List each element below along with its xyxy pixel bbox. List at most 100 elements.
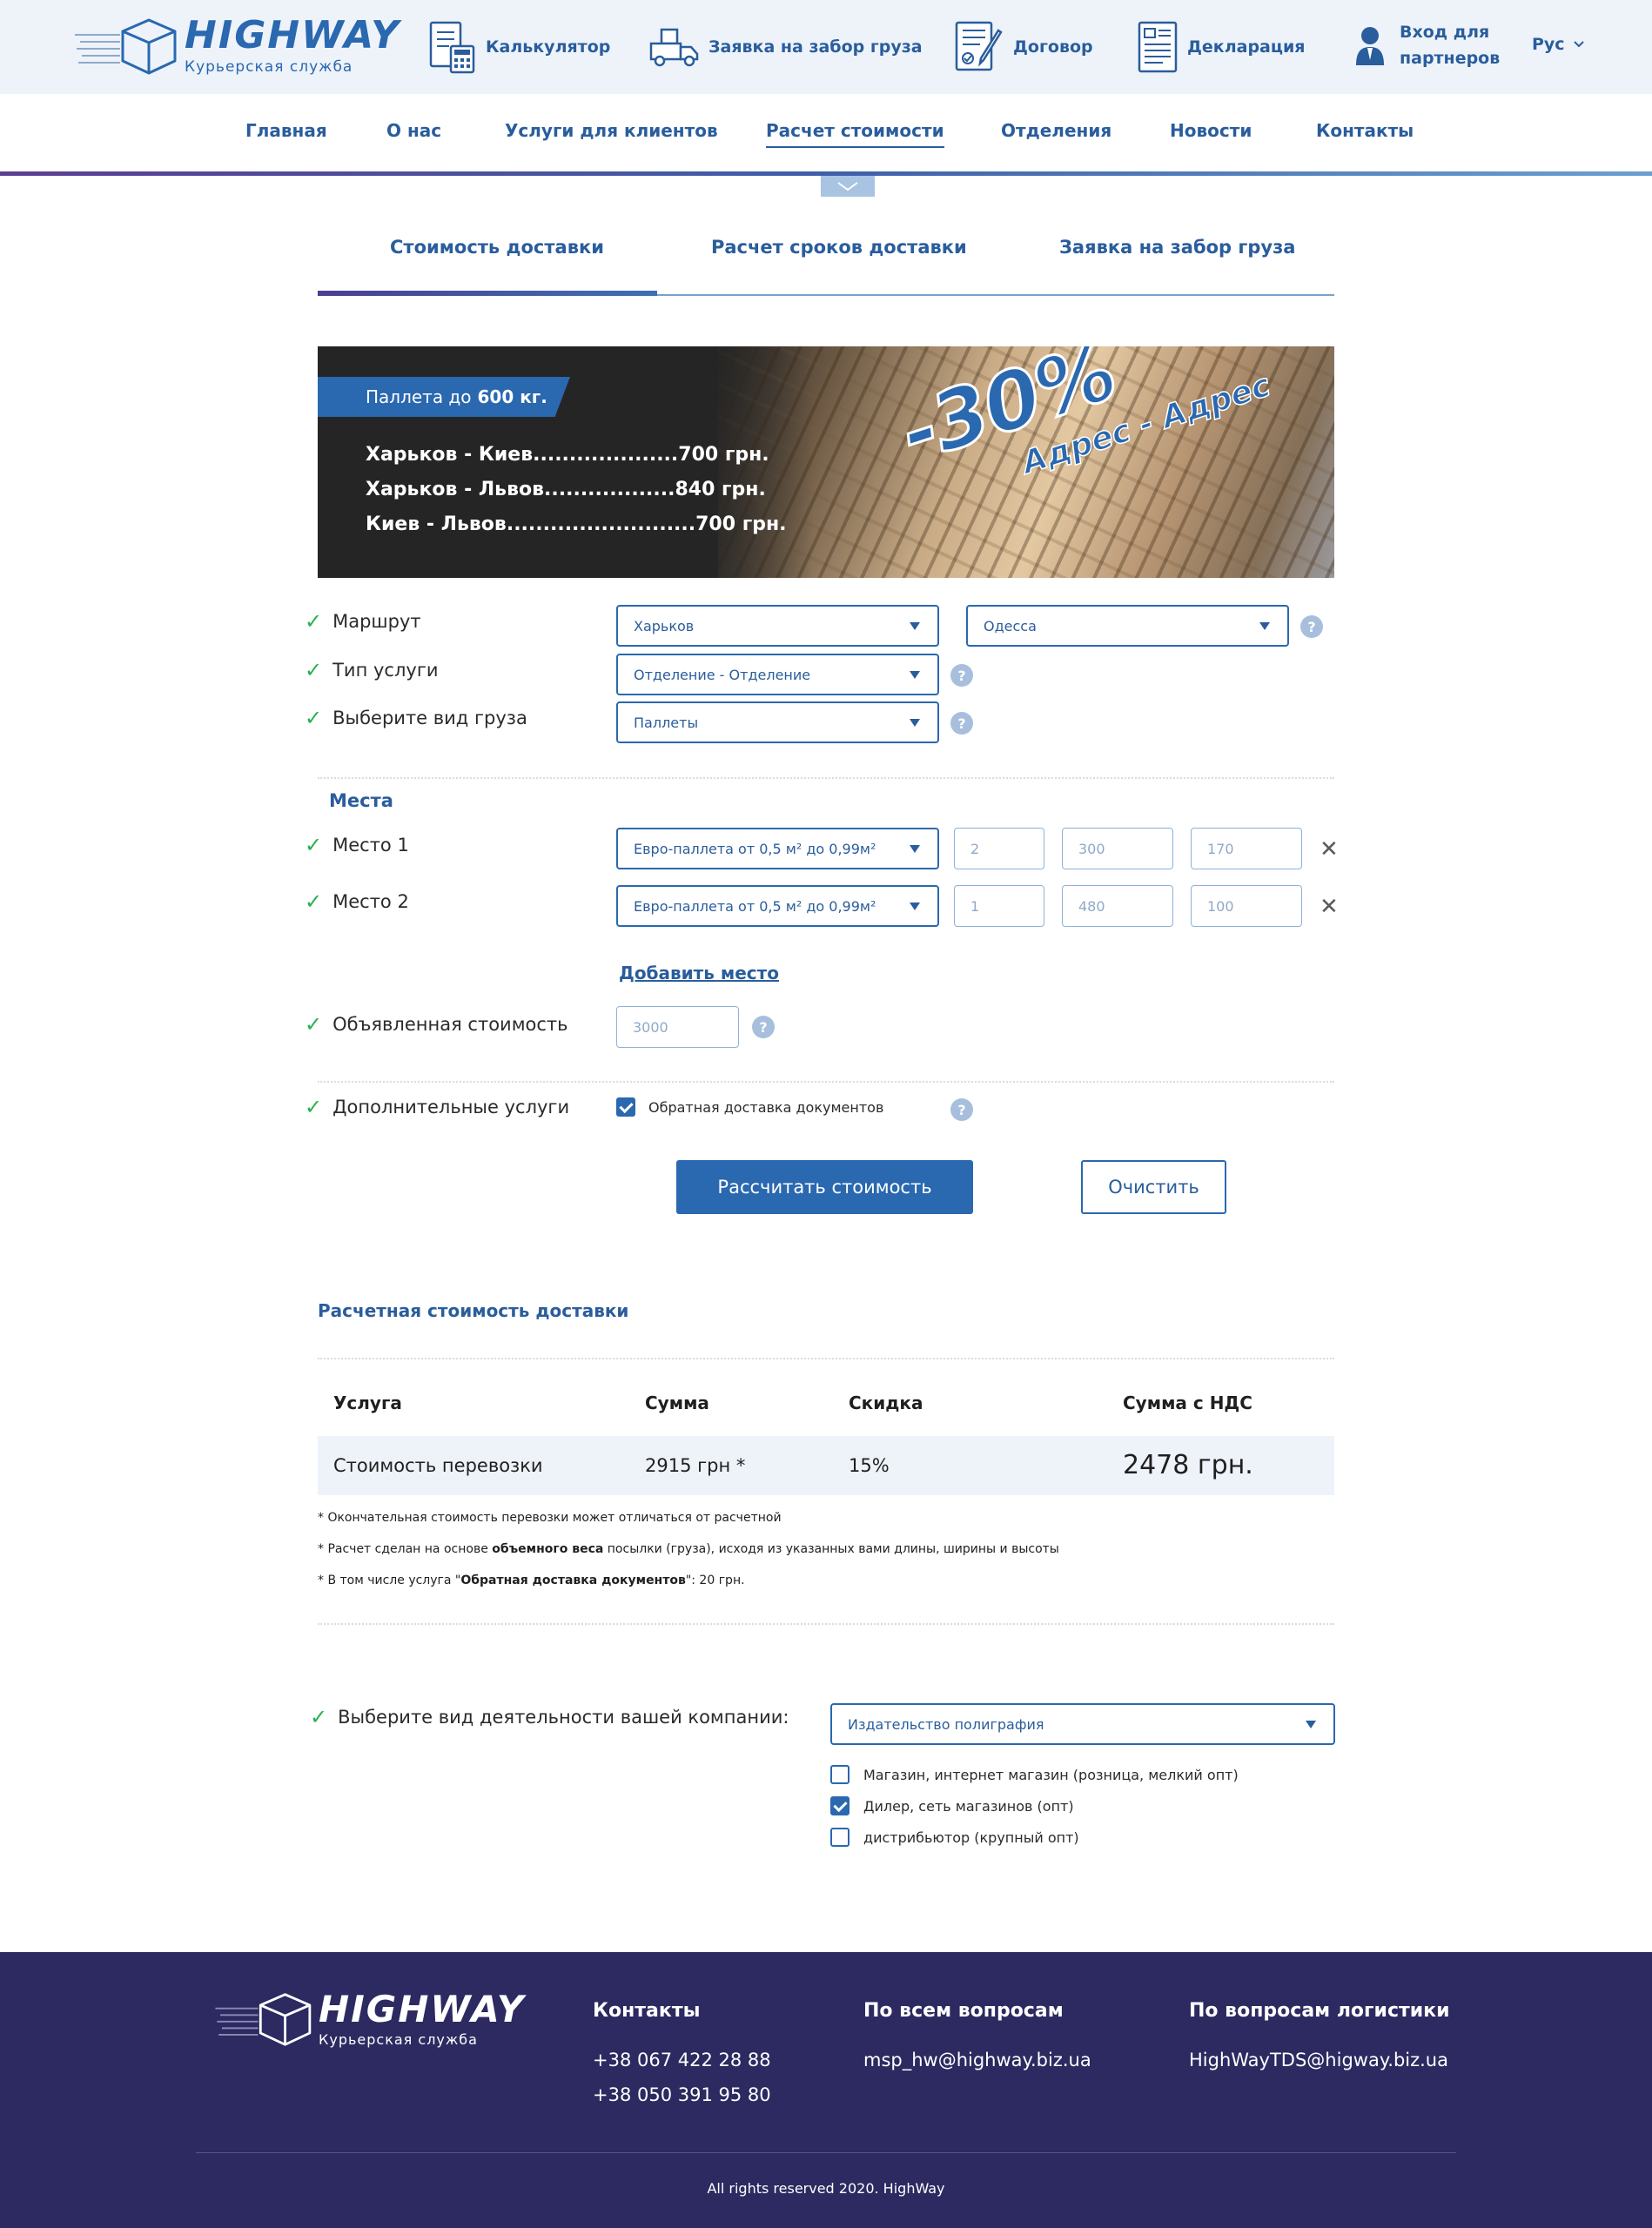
header-declaration-link[interactable]: Декларация [1137,19,1305,75]
help-icon[interactable]: ? [752,1016,775,1038]
return-documents-label: Обратная доставка документов [648,1099,884,1116]
remove-place-1-icon[interactable]: ✕ [1320,836,1339,862]
activity-option-2-checkbox[interactable] [830,1796,850,1815]
route-label: ✓ Маршрут [305,609,421,634]
route-to-value: Одесса [984,617,1037,634]
activity-option-1-checkbox[interactable] [830,1765,850,1784]
nav-item-contacts[interactable]: Контакты [1316,120,1414,141]
extra-services-label: ✓ Дополнительные услуги [305,1095,569,1119]
places-title: Места [329,790,393,811]
place-2-type-select[interactable]: Евро-паллета от 0,5 м² до 0,99м² [616,885,939,927]
check-icon: ✓ [305,833,323,857]
nav-item-news[interactable]: Новости [1170,120,1252,141]
caret-down-icon [910,903,920,910]
place-1-type-value: Евро-паллета от 0,5 м² до 0,99м² [634,840,876,857]
result-sum: 2915 грн * [645,1455,746,1476]
divider [318,1081,1334,1083]
help-icon[interactable]: ? [950,712,973,735]
tab-delivery-time[interactable]: Расчет сроков доставки [711,237,967,258]
place-1-type-select[interactable]: Евро-паллета от 0,5 м² до 0,99м² [616,828,939,869]
footer-logistics-title: По вопросам логистики [1189,2000,1450,2022]
caret-down-icon [1259,622,1270,630]
box-logo-icon [215,1993,312,2046]
help-icon[interactable]: ? [950,664,973,687]
brand-logo[interactable]: HIGHWAY Курьерская служба [75,16,400,77]
footer-logistics-email[interactable]: HighWayTDS@higway.biz.ua [1189,2050,1448,2070]
place-2-weight-input[interactable]: 480 [1062,885,1173,927]
footer-brand-name: HIGHWAY [319,1987,526,2030]
banner-price-2: Харьков - Львов..................840 грн… [366,479,766,500]
service-type-label: ✓ Тип услуги [305,658,439,682]
ribbon-prefix: Паллета до [366,386,472,407]
header-contract-link[interactable]: Договор [954,19,1093,75]
results-note-2: * Расчет сделан на основе объемного веса… [318,1542,1059,1556]
nav-item-offices[interactable]: Отделения [1001,120,1111,141]
language-selector[interactable]: Рус [1532,35,1584,54]
cargo-type-value: Паллеты [634,714,699,731]
nav-collapse-toggle[interactable] [821,176,875,197]
check-icon: ✓ [305,706,323,730]
tab-delivery-cost[interactable]: Стоимость доставки [390,237,604,258]
calculate-button[interactable]: Рассчитать стоимость [676,1160,973,1214]
declared-value-input[interactable]: 3000 [616,1006,739,1048]
user-icon [1356,27,1384,65]
cargo-type-select[interactable]: Паллеты [616,701,939,743]
footer-phone-2[interactable]: +38 050 391 95 80 [593,2084,771,2105]
footer-brand-subtitle: Курьерская служба [319,2030,478,2048]
main-nav: Главная О нас Услуги для клиентов Расчет… [0,94,1652,174]
header-pickup-link[interactable]: Заявка на забор груза [649,19,923,75]
active-tab-indicator [318,291,657,296]
footer-general-title: По всем вопросам [863,2000,1064,2022]
header-declaration-label: Декларация [1187,37,1306,57]
footer-phone-1[interactable]: +38 067 422 28 88 [593,2050,771,2070]
route-to-select[interactable]: Одесса [966,605,1289,647]
nav-item-home[interactable]: Главная [245,120,327,141]
promo-banner[interactable]: Паллета до 600 кг. Харьков - Киев........… [318,346,1334,578]
footer-contacts-title: Контакты [593,2000,701,2022]
truck-icon [649,28,699,67]
footer-logo[interactable]: HIGHWAY Курьерская служба [214,1990,525,2048]
help-icon[interactable]: ? [950,1098,973,1121]
place-2-height-input[interactable]: 100 [1191,885,1302,927]
footer-general-email[interactable]: msp_hw@highway.biz.ua [863,2050,1091,2070]
declared-value-label-text: Объявленная стоимость [332,1014,568,1035]
route-label-text: Маршрут [332,611,421,632]
place-2-count-input[interactable]: 1 [954,885,1044,927]
tab-pickup-request[interactable]: Заявка на забор груза [1059,237,1295,258]
caret-down-icon [910,845,920,853]
activity-select[interactable]: Издательство полиграфия [830,1703,1335,1745]
header-calculator-label: Калькулятор [486,37,611,57]
activity-option-2-label: Дилер, сеть магазинов (опт) [863,1798,1074,1815]
partners-login-link[interactable]: Вход для партнеров [1354,19,1500,71]
header-pickup-label: Заявка на забор груза [708,37,923,57]
caret-down-icon [1306,1721,1316,1728]
header-contract-label: Договор [1013,37,1093,57]
route-from-select[interactable]: Харьков [616,605,939,647]
chevron-down-icon [1573,41,1584,48]
place-1-label-text: Место 1 [332,835,409,856]
return-documents-checkbox[interactable] [616,1097,635,1117]
nav-item-about[interactable]: О нас [386,120,441,141]
add-place-link[interactable]: Добавить место [619,963,779,983]
nav-item-pricing[interactable]: Расчет стоимости [766,120,944,148]
activity-option-3-checkbox[interactable] [830,1828,850,1847]
caret-down-icon [910,719,920,727]
place-1-weight-input[interactable]: 300 [1062,828,1173,869]
header-calculator-link[interactable]: Калькулятор [428,19,610,75]
check-icon: ✓ [305,1095,323,1119]
contract-icon [955,21,1003,71]
remove-place-2-icon[interactable]: ✕ [1320,894,1339,920]
divider [318,1623,1334,1625]
results-header-sum: Сумма [645,1392,709,1413]
activity-option-3-label: дистрибьютор (крупный опт) [863,1829,1079,1846]
place-1-count-input[interactable]: 2 [954,828,1044,869]
help-icon[interactable]: ? [1300,615,1323,638]
place-2-label-text: Место 2 [332,891,409,912]
clear-button[interactable]: Очистить [1081,1160,1226,1214]
nav-item-services[interactable]: Услуги для клиентов [505,120,718,141]
activity-option-1-label: Магазин, интернет магазин (розница, мелк… [863,1767,1239,1783]
check-icon: ✓ [305,889,323,914]
place-1-height-input[interactable]: 170 [1191,828,1302,869]
language-label: Рус [1532,35,1565,54]
service-type-select[interactable]: Отделение - Отделение [616,654,939,695]
